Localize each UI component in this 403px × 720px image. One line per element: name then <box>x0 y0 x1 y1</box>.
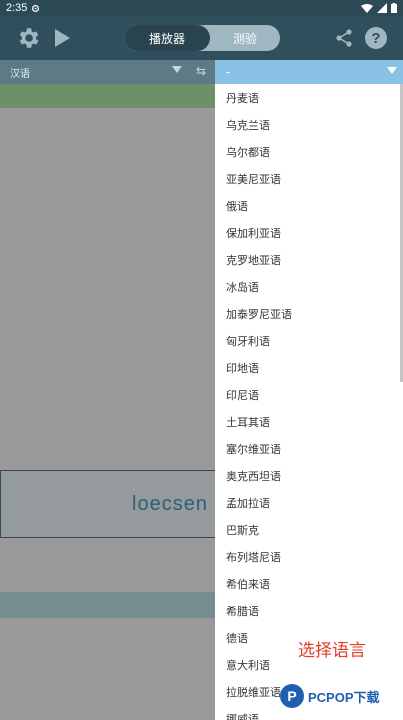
status-time: 2:35 <box>6 2 28 14</box>
mode-toggle[interactable]: 播放器 测验 <box>124 25 280 51</box>
settings-button[interactable] <box>14 24 42 52</box>
battery-icon <box>391 3 397 13</box>
phrase-text: loecsen <box>132 492 208 515</box>
swap-languages-icon[interactable]: ⇆ <box>196 64 206 78</box>
language-option[interactable]: 布列塔尼语 <box>215 543 403 570</box>
language-option[interactable]: 希腊语 <box>215 597 403 624</box>
annotation-label: 选择语言 <box>298 641 366 661</box>
language-option[interactable]: 印地语 <box>215 354 403 381</box>
language-option[interactable]: 土耳其语 <box>215 408 403 435</box>
gear-icon <box>19 28 39 48</box>
phrase-card[interactable]: loecsen <box>0 470 220 538</box>
language-option[interactable]: 乌克兰语 <box>215 111 403 138</box>
wifi-icon <box>361 4 373 13</box>
play-icon <box>55 29 70 47</box>
language-option[interactable]: 丹麦语 <box>215 84 403 111</box>
source-language-select[interactable]: 汉语 <box>0 60 215 84</box>
status-bar: 2:35 <box>0 0 403 16</box>
help-icon: ? <box>365 27 387 49</box>
language-dropdown-list[interactable]: 丹麦语 乌克兰语 乌尔都语 亚美尼亚语 俄语 保加利亚语 克罗地亚语 冰岛语 加… <box>215 84 403 720</box>
language-option[interactable]: 加泰罗尼亚语 <box>215 300 403 327</box>
progress-strip <box>0 84 215 108</box>
help-button[interactable]: ? <box>362 24 390 52</box>
dropdown-arrow-icon <box>387 67 397 74</box>
share-button[interactable] <box>330 24 358 52</box>
language-option[interactable]: 塞尔维亚语 <box>215 435 403 462</box>
chevron-down-icon <box>172 66 182 73</box>
tab-test[interactable]: 测验 <box>210 25 280 51</box>
language-option[interactable]: 俄语 <box>215 192 403 219</box>
language-option[interactable]: 巴斯克 <box>215 516 403 543</box>
language-option[interactable]: 乌尔都语 <box>215 138 403 165</box>
language-option[interactable]: 保加利亚语 <box>215 219 403 246</box>
tab-player[interactable]: 播放器 <box>124 25 210 51</box>
target-language-select[interactable]: - <box>215 60 403 84</box>
signal-icon <box>377 3 387 13</box>
language-option[interactable]: 孟加拉语 <box>215 489 403 516</box>
language-option[interactable]: 奥克西坦语 <box>215 462 403 489</box>
svg-text:?: ? <box>371 30 380 47</box>
watermark-text: PCPOP下载 <box>308 689 380 705</box>
language-option[interactable]: 匈牙利语 <box>215 327 403 354</box>
app-bar: 播放器 测验 ? <box>0 16 403 60</box>
language-option[interactable]: 克罗地亚语 <box>215 246 403 273</box>
language-option[interactable]: 希伯来语 <box>215 570 403 597</box>
target-language-value: - <box>226 65 231 79</box>
settings-status-icon <box>32 4 40 12</box>
language-option[interactable]: 冰岛语 <box>215 273 403 300</box>
play-button[interactable] <box>48 24 76 52</box>
language-option[interactable]: 印尼语 <box>215 381 403 408</box>
source-language-label: 汉语 <box>10 68 30 80</box>
bottom-strip <box>0 592 215 618</box>
watermark-logo-icon: P <box>280 684 304 708</box>
language-option[interactable]: 亚美尼亚语 <box>215 165 403 192</box>
watermark: P PCPOP下载 <box>280 684 380 708</box>
share-icon <box>336 29 352 47</box>
